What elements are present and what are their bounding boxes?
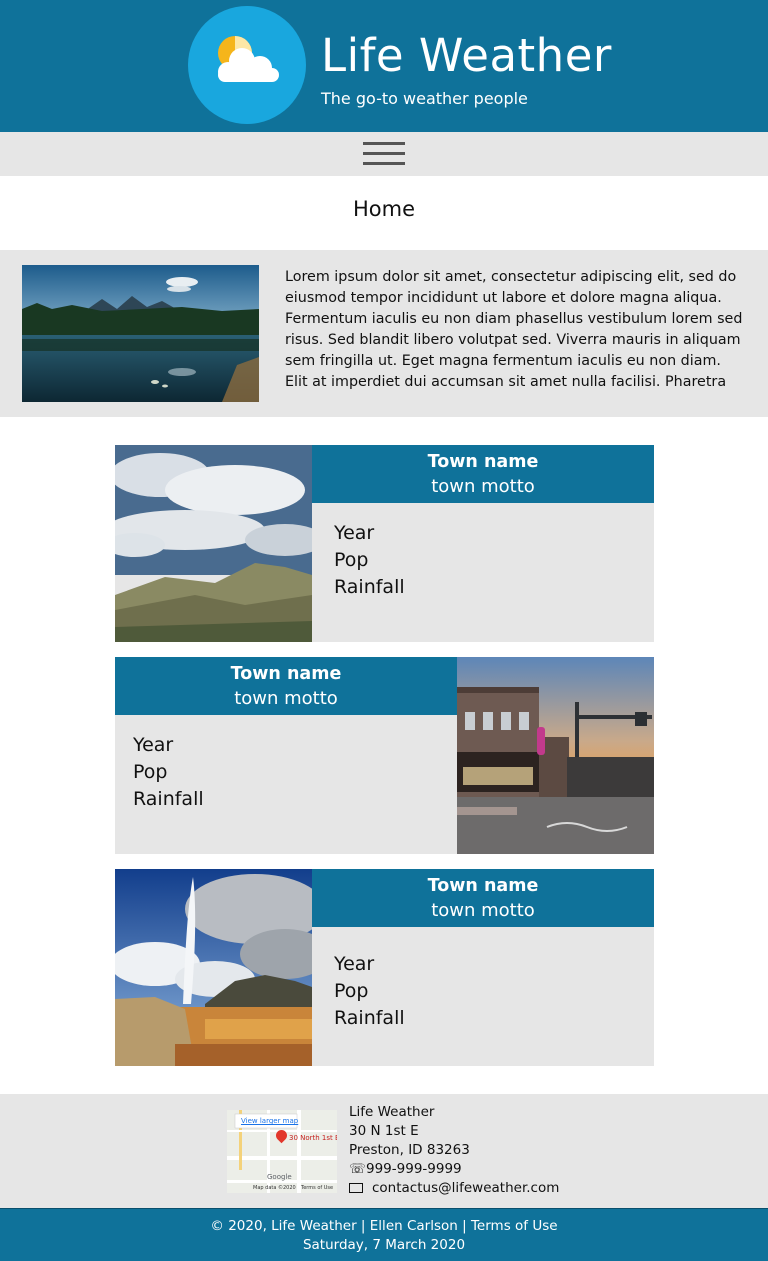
separator: |	[462, 1218, 467, 1234]
contact-city: Preston, ID 83263	[349, 1142, 470, 1158]
town-card[interactable]: Town name town motto Year Pop Rainfall	[115, 445, 654, 642]
town-header: Town name town motto	[312, 445, 654, 503]
town-stats: Year Pop Rainfall	[334, 951, 405, 1032]
site-tagline: The go-to weather people	[321, 89, 528, 108]
town-rainfall: Rainfall	[334, 1007, 405, 1029]
town-rainfall: Rainfall	[334, 576, 405, 598]
town-motto: town motto	[431, 900, 535, 921]
town-stats: Year Pop Rainfall	[334, 520, 405, 601]
town-pop: Pop	[133, 761, 168, 783]
location-map[interactable]: View larger map 30 North 1st E Google Ma…	[227, 1110, 337, 1193]
intro-section: Lorem ipsum dolor sit amet, consectetur …	[0, 250, 768, 417]
town-header: Town name town motto	[115, 657, 457, 715]
town-rainfall: Rainfall	[133, 788, 204, 810]
town-pop: Pop	[334, 549, 369, 571]
logo[interactable]	[188, 6, 306, 124]
contact-street: 30 N 1st E	[349, 1123, 419, 1139]
town-motto: town motto	[234, 688, 338, 709]
geyser-photo	[115, 869, 312, 1066]
town-stats: Year Pop Rainfall	[133, 732, 204, 813]
contact-email[interactable]: contactus@lifeweather.com	[372, 1180, 559, 1196]
map-attribution: Map data ©2020	[253, 1185, 296, 1191]
town-name: Town name	[230, 664, 342, 684]
contact-info: Life Weather 30 N 1st E Preston, ID 8326…	[349, 1103, 559, 1198]
contact-name: Life Weather	[349, 1104, 435, 1120]
hills-clouds-photo	[115, 445, 312, 642]
town-motto: town motto	[431, 476, 535, 497]
navigation-bar	[0, 132, 768, 176]
copyright-text: © 2020, Life Weather	[210, 1218, 357, 1234]
copyright-bar: © 2020, Life Weather | Ellen Carlson | T…	[0, 1208, 768, 1261]
town-name: Town name	[427, 452, 539, 472]
lake-mountains-photo	[22, 265, 259, 402]
street-dusk-photo	[457, 657, 654, 854]
town-name: Town name	[427, 876, 539, 896]
separator: |	[360, 1218, 366, 1234]
hamburger-menu-icon[interactable]	[363, 142, 405, 166]
town-year: Year	[334, 953, 375, 975]
intro-text: Lorem ipsum dolor sit amet, consectetur …	[285, 269, 743, 390]
contact-phone[interactable]: 999-999-9999	[366, 1161, 462, 1177]
page-title: Home	[352, 197, 415, 221]
town-card[interactable]: Town name town motto Year Pop Rainfall	[115, 869, 654, 1066]
town-pop: Pop	[334, 980, 369, 1002]
town-header: Town name town motto	[312, 869, 654, 927]
google-logo: Google	[267, 1173, 292, 1181]
map-terms-link[interactable]: Terms of Use	[301, 1185, 333, 1191]
site-header: Life Weather The go-to weather people	[0, 0, 768, 132]
view-larger-map-link[interactable]: View larger map	[241, 1117, 298, 1125]
terms-of-use-link[interactable]: Terms of Use	[471, 1218, 558, 1234]
town-year: Year	[334, 522, 375, 544]
town-year: Year	[133, 734, 174, 756]
current-date: Saturday, 7 March 2020	[302, 1237, 466, 1253]
sun-cloud-icon	[218, 36, 279, 82]
map-pin-label: 30 North 1st E	[289, 1134, 337, 1142]
phone-icon: ☏	[349, 1161, 366, 1177]
town-card[interactable]: Town name town motto Year Pop Rainfall	[115, 657, 654, 854]
site-title[interactable]: Life Weather	[321, 28, 612, 84]
email-icon	[349, 1179, 366, 1198]
site-footer: View larger map 30 North 1st E Google Ma…	[0, 1094, 768, 1208]
author-name: Ellen Carlson	[369, 1218, 458, 1234]
